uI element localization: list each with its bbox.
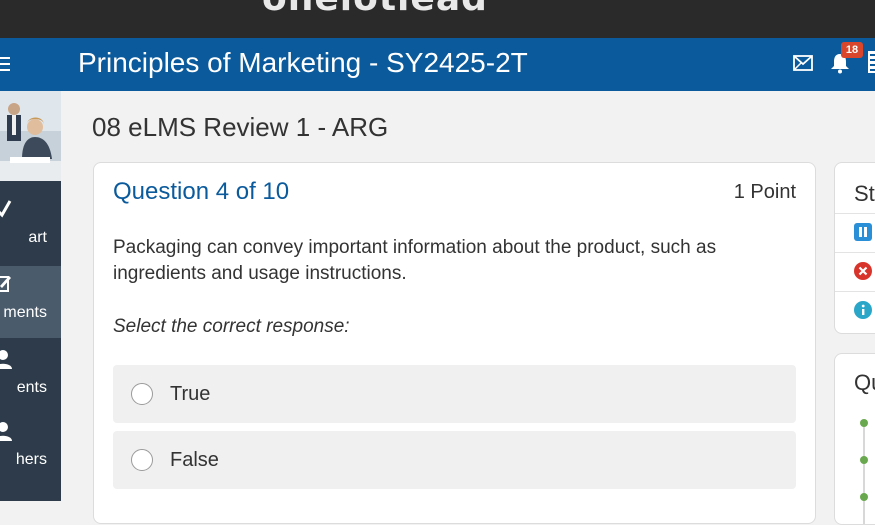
error-icon bbox=[854, 262, 872, 280]
course-header: Principles of Marketing - SY2425-2T 18 bbox=[0, 38, 875, 91]
page-title: 08 eLMS Review 1 - ARG bbox=[92, 112, 389, 142]
mail-icon[interactable] bbox=[793, 55, 813, 71]
status-panel: St bbox=[834, 162, 875, 334]
progress-timeline bbox=[863, 422, 865, 524]
sidebar-item-label: ments bbox=[3, 304, 47, 321]
browser-top-bar: onelotlead bbox=[0, 0, 875, 38]
notification-badge: 18 bbox=[841, 42, 863, 58]
question-list-dot[interactable] bbox=[860, 493, 868, 501]
browser-title-partial: onelotlead bbox=[262, 0, 488, 19]
question-card: Question 4 of 10 1 Point Packaging can c… bbox=[93, 162, 816, 524]
answer-option-false[interactable]: False bbox=[113, 431, 796, 489]
sidebar-item-assignments[interactable]: ments bbox=[0, 266, 61, 338]
info-icon bbox=[854, 301, 872, 319]
sidebar-item-label: hers bbox=[15, 451, 47, 468]
person-icon bbox=[0, 350, 12, 369]
person-icon bbox=[0, 422, 12, 441]
radio-button[interactable] bbox=[131, 383, 153, 405]
sidebar-item-label: art bbox=[28, 229, 47, 246]
avatar-photo-icon bbox=[0, 91, 61, 181]
sidebar-item-label: ents bbox=[16, 379, 47, 396]
question-text: Packaging can convey important informati… bbox=[113, 237, 717, 284]
hamburger-menu-icon[interactable] bbox=[0, 56, 10, 72]
course-title: Principles of Marketing - SY2425-2T bbox=[78, 47, 528, 78]
question-list-dot[interactable] bbox=[860, 419, 868, 427]
option-label: False bbox=[170, 449, 219, 471]
sidebar-item-start[interactable]: art bbox=[0, 191, 61, 263]
question-points: 1 Point bbox=[733, 181, 796, 203]
status-panel-title: St bbox=[854, 181, 875, 206]
pencil-check-icon bbox=[0, 200, 12, 218]
sidebar: art ments ents hers bbox=[0, 91, 61, 501]
question-instruction: Select the correct response: bbox=[113, 316, 350, 337]
sidebar-item-teachers[interactable]: hers bbox=[0, 413, 61, 485]
pause-icon bbox=[854, 223, 872, 241]
apps-icon[interactable] bbox=[868, 51, 875, 73]
option-label: True bbox=[170, 383, 211, 405]
question-number: Question 4 of 10 bbox=[113, 178, 290, 205]
question-list-dot[interactable] bbox=[860, 456, 868, 464]
sidebar-item-students[interactable]: ents bbox=[0, 341, 61, 413]
radio-button[interactable] bbox=[131, 449, 153, 471]
status-row[interactable] bbox=[835, 213, 875, 252]
status-row[interactable] bbox=[835, 252, 875, 291]
status-row[interactable] bbox=[835, 291, 875, 330]
edit-icon bbox=[0, 276, 11, 292]
answer-option-true[interactable]: True bbox=[113, 365, 796, 423]
avatar[interactable] bbox=[0, 91, 61, 181]
question-list-title: Qu bbox=[854, 370, 875, 395]
question-list-panel: Qu bbox=[834, 353, 875, 525]
